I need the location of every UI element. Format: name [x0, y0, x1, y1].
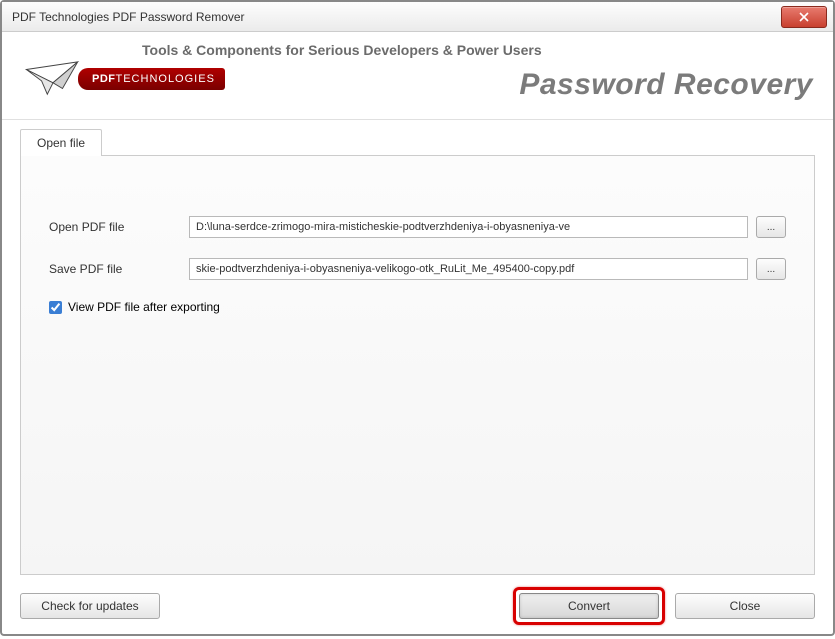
save-file-browse-button[interactable]: ... — [756, 258, 786, 280]
open-file-row: Open PDF file ... — [49, 216, 786, 238]
open-file-browse-button[interactable]: ... — [756, 216, 786, 238]
open-file-label: Open PDF file — [49, 220, 189, 234]
check-updates-button[interactable]: Check for updates — [20, 593, 160, 619]
save-file-row: Save PDF file ... — [49, 258, 786, 280]
logo-suffix: TECHNOLOGIES — [116, 73, 215, 85]
view-after-label: View PDF file after exporting — [68, 300, 220, 314]
logo: PDFTECHNOLOGIES — [24, 60, 225, 98]
window-close-button[interactable] — [781, 6, 827, 28]
titlebar: PDF Technologies PDF Password Remover — [2, 2, 833, 32]
convert-button[interactable]: Convert — [519, 593, 659, 619]
tagline: Tools & Components for Serious Developer… — [142, 42, 542, 58]
logo-prefix: PDF — [92, 73, 116, 85]
paper-plane-icon — [24, 60, 82, 98]
tab-bar: Open file — [20, 128, 815, 155]
convert-highlight: Convert — [513, 587, 665, 625]
main-panel: Open PDF file ... Save PDF file ... View… — [20, 155, 815, 575]
header: Tools & Components for Serious Developer… — [2, 32, 833, 120]
window-title: PDF Technologies PDF Password Remover — [12, 10, 781, 24]
view-after-row: View PDF file after exporting — [49, 300, 786, 314]
save-file-label: Save PDF file — [49, 262, 189, 276]
close-icon — [799, 12, 809, 22]
product-title: Password Recovery — [519, 68, 813, 102]
tab-open-file[interactable]: Open file — [20, 129, 102, 156]
close-button[interactable]: Close — [675, 593, 815, 619]
open-file-input[interactable] — [189, 216, 748, 238]
save-file-input[interactable] — [189, 258, 748, 280]
logo-badge: PDFTECHNOLOGIES — [78, 68, 225, 90]
view-after-checkbox[interactable] — [49, 301, 62, 314]
footer: Check for updates Convert Close — [2, 587, 833, 639]
